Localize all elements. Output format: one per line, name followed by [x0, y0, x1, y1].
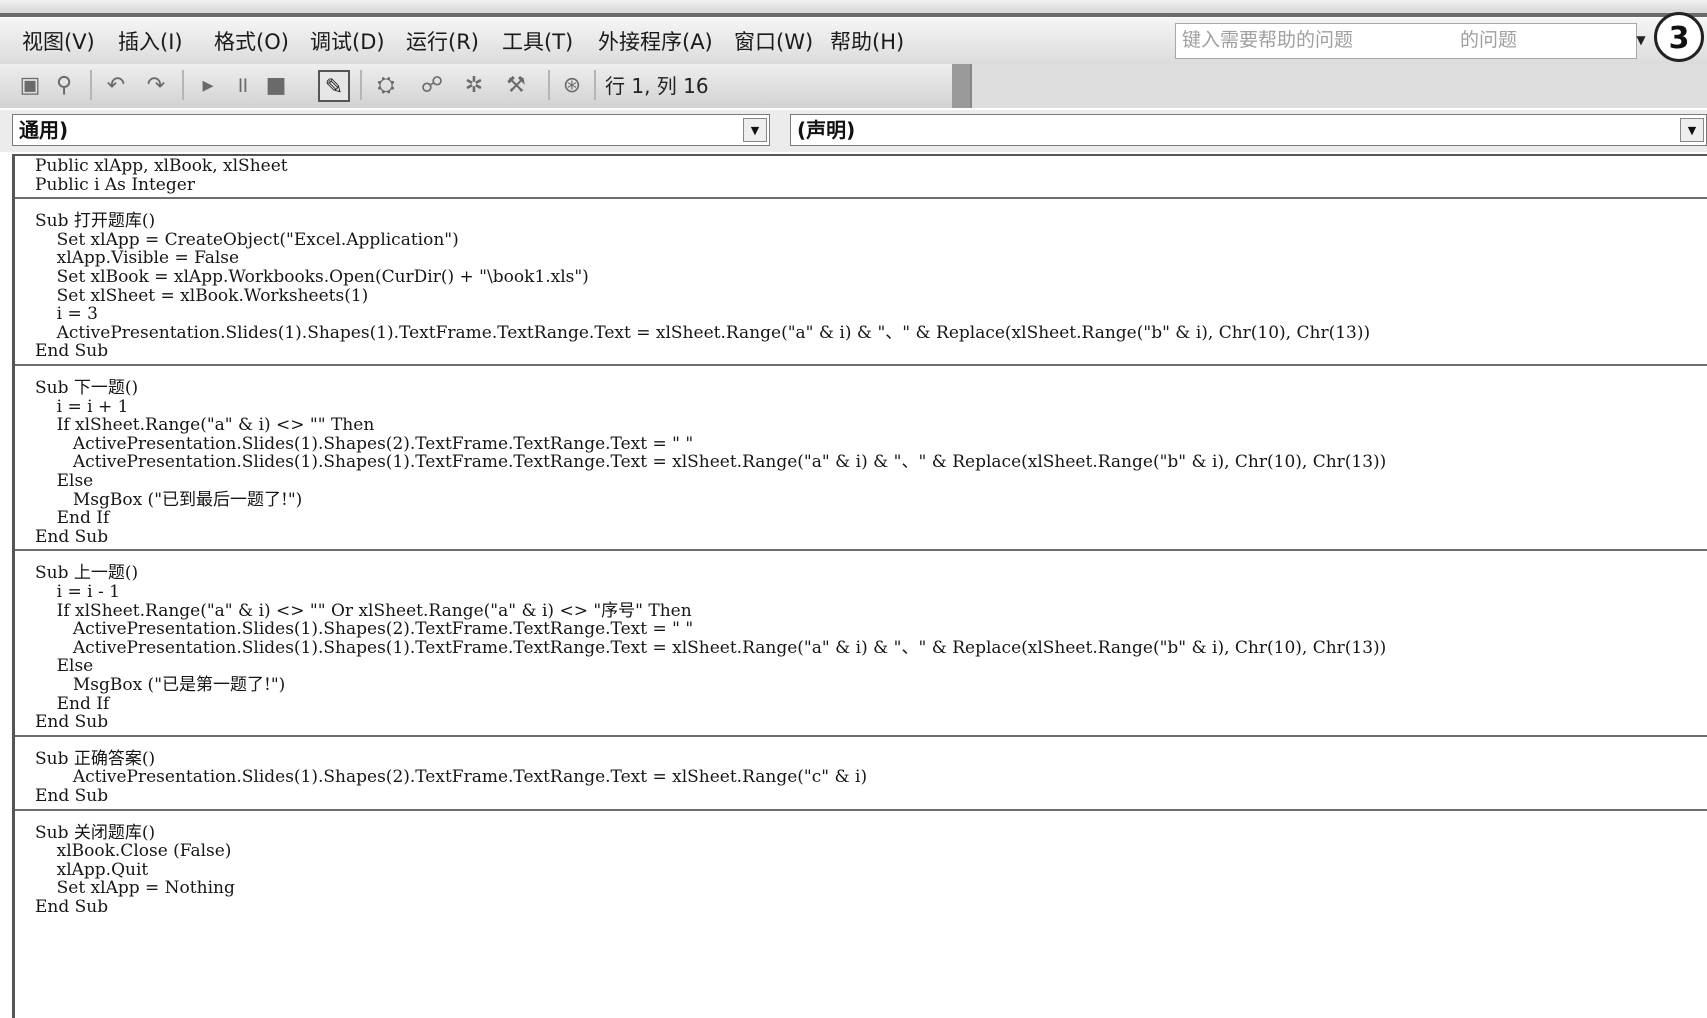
code-line[interactable]: ActivePresentation.Slides(1).Shapes(1).T… — [35, 452, 1387, 472]
code-line[interactable]: Else — [35, 656, 94, 676]
object-browser-icon[interactable]: ✲ — [458, 70, 490, 102]
run-icon[interactable]: ▸ — [192, 70, 224, 102]
toolbar-overflow-handle[interactable] — [952, 64, 970, 108]
procedure-separator — [15, 197, 1707, 200]
help-search-question: 的问题 — [1460, 29, 1518, 51]
cursor-position: 行 1, 列 16 — [605, 74, 709, 98]
procedure-dropdown[interactable]: (声明) ▼ — [790, 114, 1707, 146]
code-line[interactable]: xlApp.Visible = False — [35, 248, 239, 268]
code-editor[interactable]: Public xlApp, xlBook, xlSheet Public i As… — [12, 154, 1707, 1018]
procedure-separator — [15, 734, 1707, 737]
code-line[interactable]: If xlSheet.Range("a" & i) <> "" Or xlShe… — [35, 601, 692, 621]
code-line[interactable]: End Sub — [35, 786, 108, 806]
code-line[interactable]: Sub 关闭题库() — [35, 823, 155, 843]
code-line[interactable]: MsgBox ("已是第一题了!") — [35, 675, 285, 695]
code-line[interactable]: MsgBox ("已到最后一题了!") — [35, 490, 302, 510]
window-frame — [0, 13, 1707, 17]
reset-icon[interactable]: ■ — [260, 70, 292, 102]
toolbar-separator — [90, 70, 92, 100]
procedure-dropdown-value: (声明) — [797, 118, 856, 142]
procedure-separator — [15, 364, 1707, 366]
menu-debug[interactable]: 调试(D) — [310, 28, 385, 56]
menu-window[interactable]: 窗口(W) — [734, 28, 813, 56]
project-explorer-icon[interactable]: ⛭ — [370, 70, 402, 102]
toolbar-background — [970, 64, 1707, 108]
code-line[interactable]: End Sub — [35, 712, 108, 732]
code-line[interactable]: ActivePresentation.Slides(1).Shapes(2).T… — [35, 619, 693, 639]
code-line[interactable]: End If — [35, 694, 110, 714]
code-line[interactable]: i = i + 1 — [35, 397, 129, 417]
help-icon[interactable]: ⊛ — [556, 70, 588, 102]
properties-icon[interactable]: ☍ — [416, 70, 448, 102]
menu-run[interactable]: 运行(R) — [406, 28, 479, 56]
code-line[interactable]: End Sub — [35, 897, 108, 917]
toolbar-separator — [360, 70, 362, 100]
code-line[interactable]: ActivePresentation.Slides(1).Shapes(2).T… — [35, 434, 693, 454]
menu-format[interactable]: 格式(O) — [214, 28, 289, 56]
standard-toolbar: ▣ ⚲ ↶ ↷ ▸ ॥ ■ ✎ ⛭ ☍ ✲ ⚒ ⊛ 行 1, 列 16 — [0, 64, 972, 108]
chevron-down-icon[interactable]: ▼ — [743, 118, 767, 142]
code-line[interactable]: Public i As Integer — [35, 175, 195, 195]
menu-addins[interactable]: 外接程序(A) — [598, 28, 713, 56]
code-line[interactable]: End If — [35, 508, 110, 528]
code-line[interactable]: xlApp.Quit — [35, 860, 149, 880]
code-line[interactable]: Else — [35, 471, 94, 491]
code-line[interactable]: Sub 正确答案() — [35, 749, 155, 769]
find-icon[interactable]: ⚲ — [48, 70, 80, 102]
code-line[interactable]: Set xlApp = CreateObject("Excel.Applicat… — [35, 230, 459, 250]
code-line[interactable]: ActivePresentation.Slides(1).Shapes(1).T… — [35, 638, 1387, 658]
procedure-separator — [15, 549, 1707, 552]
code-line[interactable]: xlBook.Close (False) — [35, 841, 232, 861]
step-number-badge: 3 — [1654, 12, 1704, 62]
procedure-separator — [15, 808, 1707, 811]
code-line[interactable]: Set xlSheet = xlBook.Worksheets(1) — [35, 286, 369, 306]
toolbar-separator — [548, 70, 550, 100]
code-line[interactable]: Sub 下一题() — [35, 378, 138, 398]
menu-view[interactable]: 视图(V) — [22, 28, 95, 56]
code-line[interactable]: Public xlApp, xlBook, xlSheet — [35, 156, 288, 176]
code-line[interactable]: ActivePresentation.Slides(1).Shapes(2).T… — [35, 767, 867, 787]
break-icon[interactable]: ॥ — [226, 70, 258, 102]
chevron-down-icon[interactable]: ▼ — [1680, 118, 1704, 142]
help-search-placeholder: 键入需要帮助的问题 — [1182, 29, 1354, 51]
object-dropdown[interactable]: 通用) ▼ — [12, 114, 770, 146]
code-line[interactable]: i = i - 1 — [35, 582, 120, 602]
redo-icon[interactable]: ↷ — [140, 70, 172, 102]
menu-insert[interactable]: 插入(I) — [118, 28, 183, 56]
menu-help[interactable]: 帮助(H) — [830, 28, 904, 56]
code-line[interactable]: Sub 上一题() — [35, 563, 138, 583]
save-icon[interactable]: ▣ — [14, 70, 46, 102]
design-mode-icon[interactable]: ✎ — [318, 70, 350, 102]
code-line[interactable]: Sub 打开题库() — [35, 211, 155, 231]
help-dropdown-icon[interactable]: ▼ — [1627, 26, 1655, 54]
code-line[interactable]: i = 3 — [35, 304, 98, 324]
code-line[interactable]: End Sub — [35, 341, 108, 361]
code-line[interactable]: Set xlBook = xlApp.Workbooks.Open(CurDir… — [35, 267, 589, 287]
object-dropdown-value: 通用) — [19, 118, 69, 142]
code-line[interactable]: If xlSheet.Range("a" & i) <> "" Then — [35, 415, 375, 435]
code-line[interactable]: Set xlApp = Nothing — [35, 878, 235, 898]
code-line[interactable]: End Sub — [35, 527, 108, 547]
toolbar-separator — [594, 70, 596, 100]
toolbox-icon[interactable]: ⚒ — [500, 70, 532, 102]
undo-icon[interactable]: ↶ — [100, 70, 132, 102]
menu-tools[interactable]: 工具(T) — [502, 28, 573, 56]
code-line[interactable]: ActivePresentation.Slides(1).Shapes(1).T… — [35, 323, 1371, 343]
code-window-header: 通用) ▼ (声明) ▼ — [0, 110, 1707, 152]
toolbar-separator — [182, 70, 184, 100]
